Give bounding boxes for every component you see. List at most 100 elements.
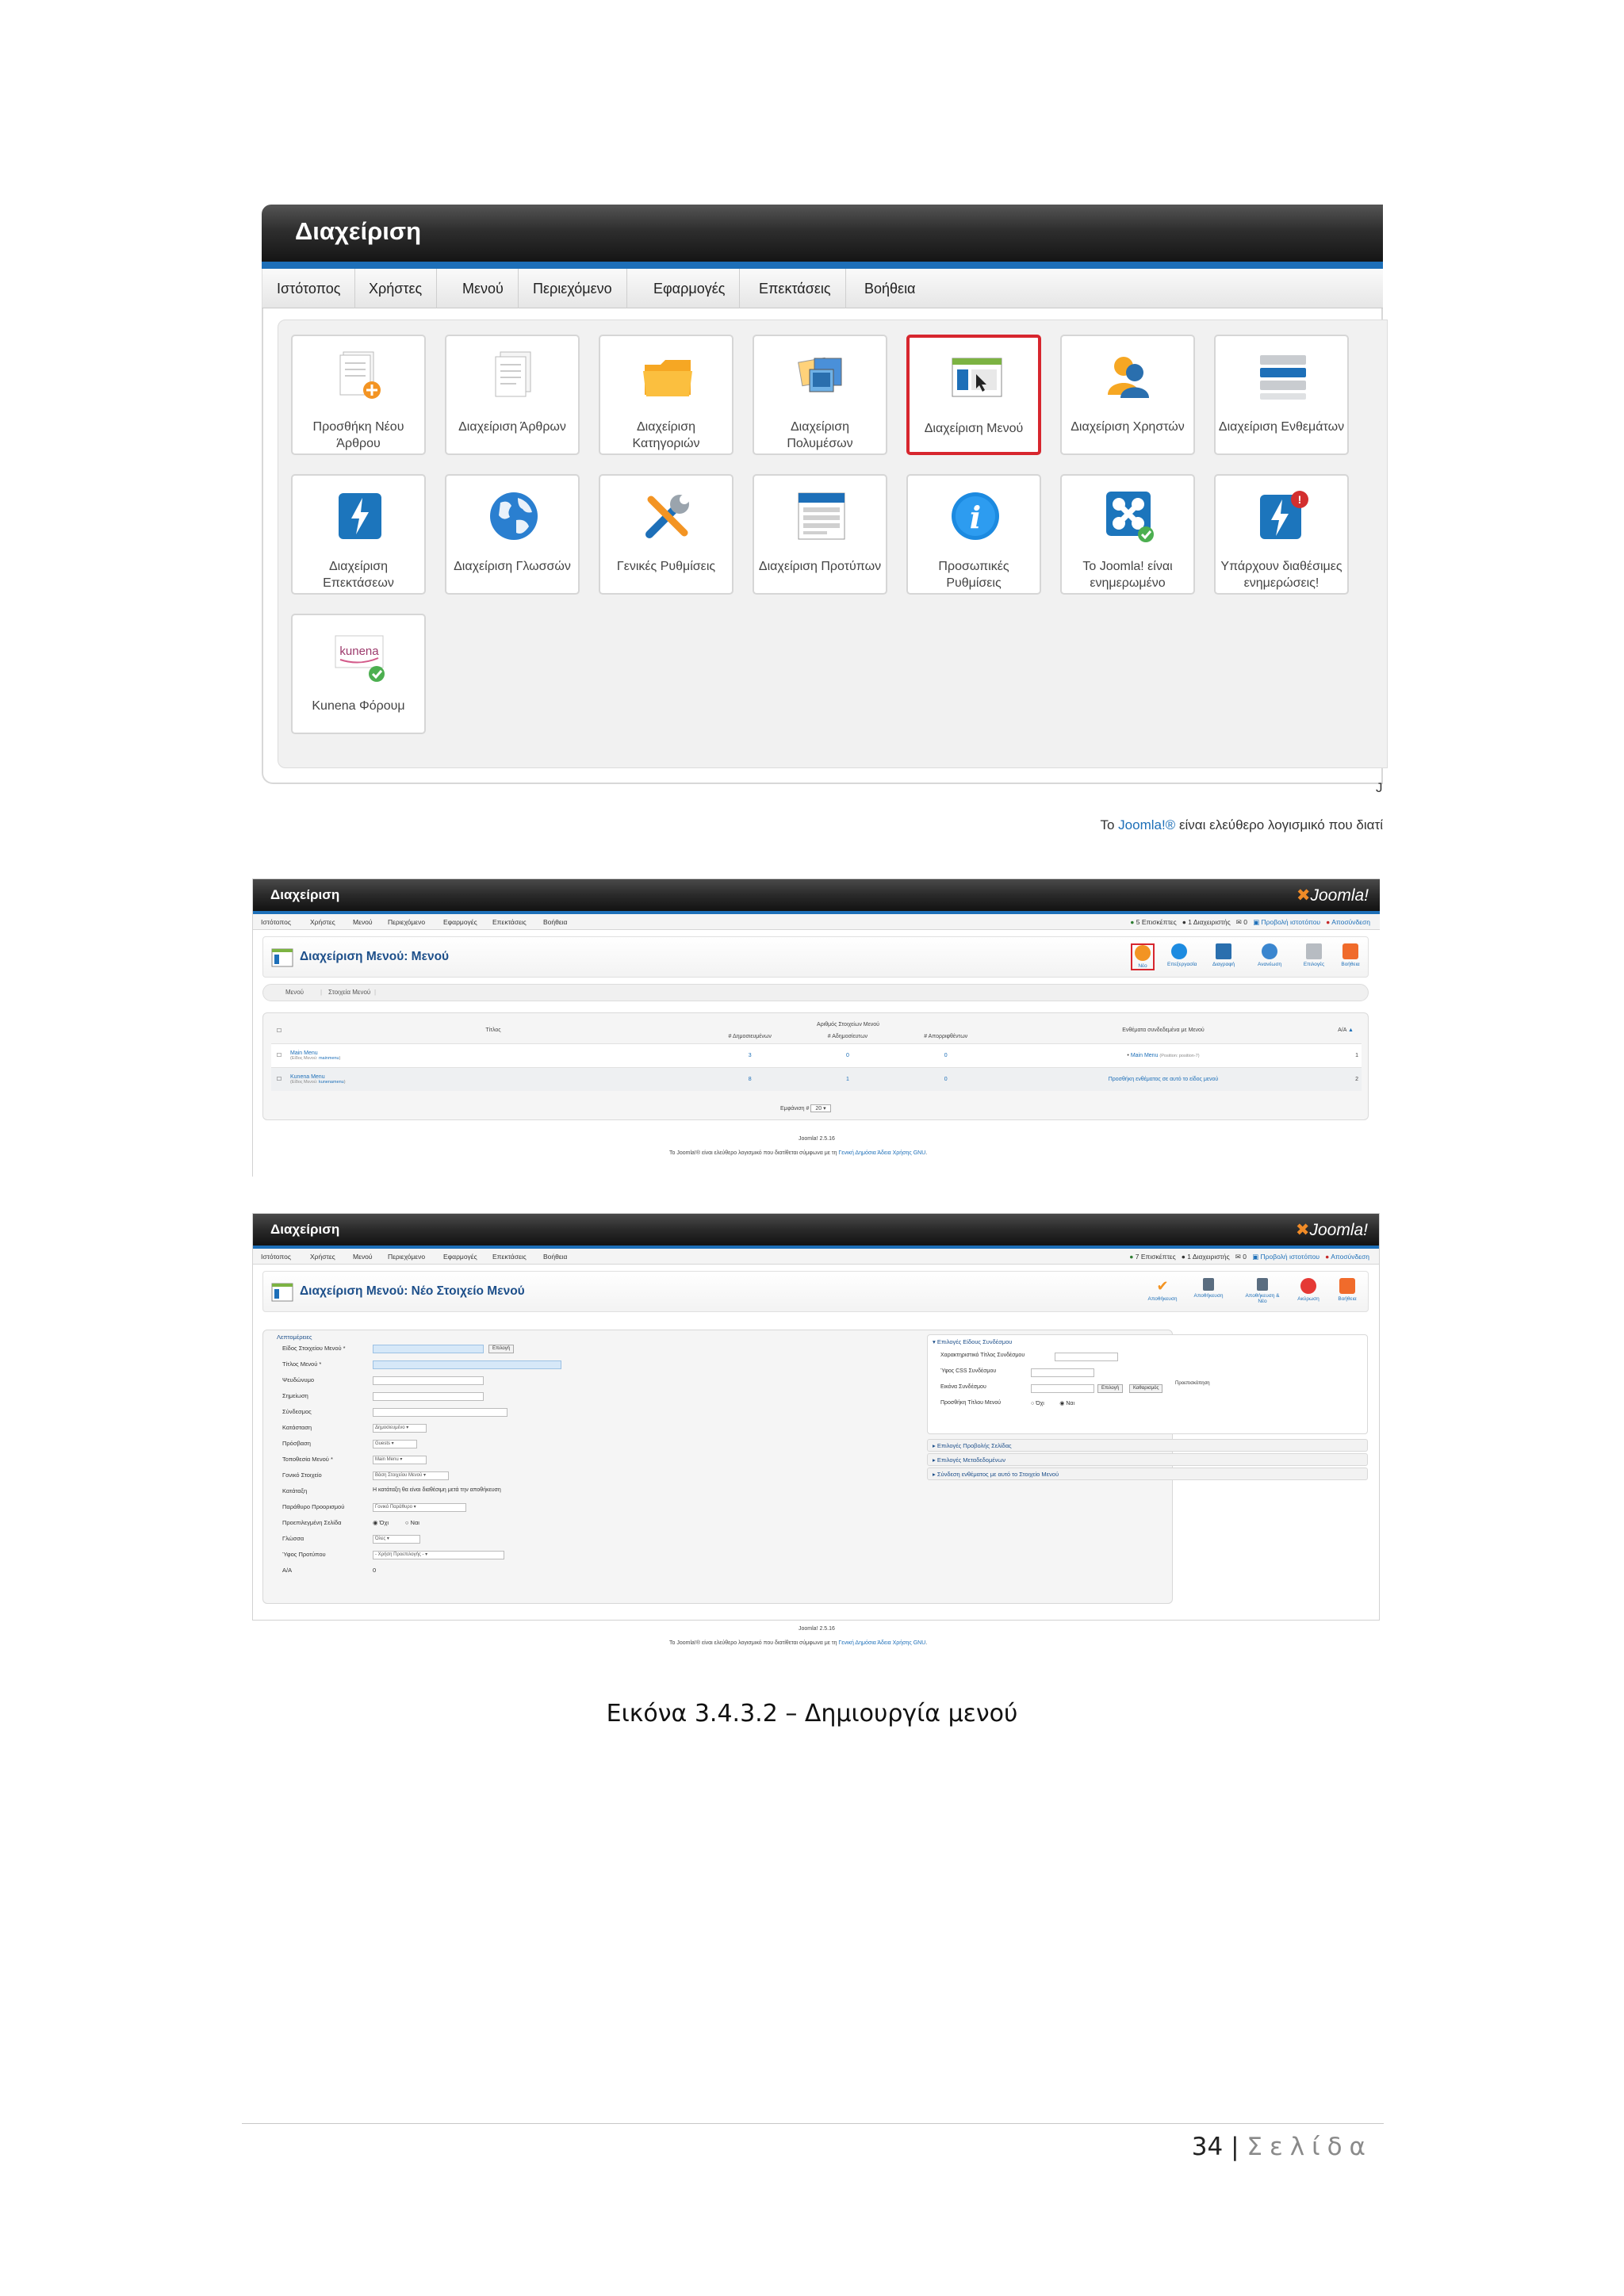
gnu-license-link[interactable]: Γενική Δημόσια Άδεια Χρήσης GNU bbox=[838, 1150, 925, 1156]
subnav-menus[interactable]: Μενού bbox=[285, 989, 304, 996]
menu-users[interactable]: Χρήστες bbox=[310, 1253, 335, 1261]
col-id[interactable]: Α/Α ▲ bbox=[1330, 1018, 1362, 1043]
menu-content[interactable]: Περιεχόμενο bbox=[388, 918, 425, 926]
link-input[interactable] bbox=[373, 1408, 508, 1417]
image-select-button[interactable]: Επιλογή bbox=[1097, 1384, 1124, 1393]
link-type-options-header[interactable]: ▾ Επιλογές Είδους Συνδέσμου bbox=[933, 1338, 1012, 1345]
edit-button[interactable]: Επεξεργασία bbox=[1167, 943, 1197, 967]
parent-item-select[interactable]: Βάση Στοιχείου Μενού ▾ bbox=[373, 1471, 449, 1480]
status-select[interactable]: Δημοσιευμένο ▾ bbox=[373, 1424, 427, 1433]
metadata-options-bar[interactable]: ▸ Επιλογές Μεταδεδομένων bbox=[927, 1453, 1368, 1466]
quickicon-languages[interactable]: Διαχείριση Γλωσσών bbox=[445, 474, 580, 595]
quickicon-profile[interactable]: i Προσωπικές Ρυθμίσεις bbox=[906, 474, 1041, 595]
menu-title-input[interactable] bbox=[373, 1360, 561, 1369]
access-select[interactable]: Guests ▾ bbox=[373, 1440, 417, 1448]
radio-no[interactable]: ○ bbox=[1031, 1401, 1034, 1406]
quickicon-global-config[interactable]: Γενικές Ρυθμίσεις bbox=[599, 474, 733, 595]
language-select[interactable]: Όλες ▾ bbox=[373, 1535, 420, 1544]
joomla-link[interactable]: Joomla!® bbox=[1118, 817, 1175, 832]
radio-no[interactable]: ◉ bbox=[373, 1519, 378, 1526]
link-title-input[interactable] bbox=[1055, 1353, 1118, 1361]
menu-menus[interactable]: Μενού bbox=[448, 269, 519, 308]
menu-components[interactable]: Εφαρμογές bbox=[639, 269, 741, 308]
quickicon-templates[interactable]: Διαχείριση Προτύπων bbox=[753, 474, 887, 595]
subnav-menu-items[interactable]: Στοιχεία Μενού bbox=[328, 989, 370, 996]
options-button[interactable]: Επιλογές bbox=[1302, 943, 1326, 967]
menu-components[interactable]: Εφαρμογές bbox=[443, 1253, 477, 1261]
menu-content[interactable]: Περιεχόμενο bbox=[519, 269, 627, 308]
menu-extensions[interactable]: Επεκτάσεις bbox=[745, 269, 846, 308]
published-count[interactable]: 8 bbox=[699, 1066, 801, 1091]
quickicon-add-article[interactable]: Προσθήκη Νέου Άρθρου bbox=[291, 335, 426, 455]
quickicon-articles[interactable]: Διαχείριση Άρθρων bbox=[445, 335, 580, 455]
menu-title-link[interactable]: Kunena Menu bbox=[290, 1074, 325, 1080]
module-assignment-bar[interactable]: ▸ Σύνδεση ενθέματος με αυτό το Στοιχείο … bbox=[927, 1468, 1368, 1480]
col-title[interactable]: Τίτλος bbox=[287, 1018, 699, 1043]
select-type-button[interactable]: Επιλογή bbox=[488, 1345, 515, 1353]
save-new-button[interactable]: Αποθήκευση & Νέο bbox=[1240, 1278, 1285, 1304]
cancel-button[interactable]: Ακύρωση bbox=[1294, 1278, 1323, 1302]
select-all-checkbox[interactable]: ☐ bbox=[271, 1018, 287, 1043]
save-close-button[interactable]: Αποθήκευση bbox=[1193, 1278, 1224, 1299]
view-site-link[interactable]: Προβολή ιστοτόπου bbox=[1261, 1253, 1320, 1261]
quickicon-kunena[interactable]: kunena Kunena Φόρουμ bbox=[291, 614, 426, 734]
view-site-link[interactable]: Προβολή ιστοτόπου bbox=[1262, 918, 1321, 926]
quickicon-modules[interactable]: Διαχείριση Ενθεμάτων bbox=[1214, 335, 1349, 455]
rebuild-button[interactable]: Ανανέωση bbox=[1258, 943, 1281, 967]
image-clear-button[interactable]: Καθαρισμός bbox=[1129, 1384, 1163, 1393]
page-display-options-bar[interactable]: ▸ Επιλογές Προβολής Σελίδας bbox=[927, 1439, 1368, 1452]
quickicon-extensions[interactable]: Διαχείριση Επεκτάσεων bbox=[291, 474, 426, 595]
menu-menus[interactable]: Μενού bbox=[353, 1253, 373, 1261]
menu-site[interactable]: Ιστότοπος bbox=[261, 1253, 291, 1261]
menu-help[interactable]: Βοήθεια bbox=[543, 1253, 567, 1261]
radio-yes[interactable]: ○ bbox=[405, 1519, 409, 1526]
menu-site[interactable]: Ιστότοπος bbox=[262, 269, 356, 308]
template-style-select[interactable]: - Χρήση Προεπιλογής - ▾ bbox=[373, 1551, 504, 1559]
target-window-select[interactable]: Γονικό Παράθυρο ▾ bbox=[373, 1503, 466, 1512]
default-page-radios[interactable]: ◉ Όχι ○ Ναι bbox=[373, 1519, 419, 1526]
menu-users[interactable]: Χρήστες bbox=[310, 918, 335, 926]
trashed-count[interactable]: 0 bbox=[894, 1043, 997, 1067]
module-link[interactable]: Main Menu bbox=[1131, 1053, 1159, 1058]
row-checkbox[interactable]: ☐ bbox=[271, 1043, 287, 1067]
pager-select[interactable]: 20 ▾ bbox=[810, 1104, 831, 1112]
menu-menus[interactable]: Μενού bbox=[353, 918, 373, 926]
menu-extensions[interactable]: Επεκτάσεις bbox=[492, 1253, 527, 1261]
row-checkbox[interactable]: ☐ bbox=[271, 1066, 287, 1091]
logout-link[interactable]: Αποσύνδεση bbox=[1331, 1253, 1369, 1261]
menu-help[interactable]: Βοήθεια bbox=[850, 269, 929, 308]
quickicon-categories[interactable]: Διαχείριση Κατηγοριών bbox=[599, 335, 733, 455]
new-button[interactable]: Νέο bbox=[1131, 943, 1155, 970]
help-button[interactable]: Βοήθεια bbox=[1334, 1278, 1361, 1302]
menu-users[interactable]: Χρήστες bbox=[354, 269, 438, 308]
trashed-count[interactable]: 0 bbox=[894, 1066, 997, 1091]
menu-location-select[interactable]: Main Menu ▾ bbox=[373, 1456, 427, 1464]
menu-site[interactable]: Ιστότοπος bbox=[261, 918, 291, 926]
published-count[interactable]: 3 bbox=[699, 1043, 801, 1067]
quickicon-users[interactable]: Διαχείριση Χρηστών bbox=[1060, 335, 1195, 455]
quickicon-menus[interactable]: Διαχείριση Μενού bbox=[906, 335, 1041, 455]
menu-item-type-input[interactable] bbox=[373, 1345, 484, 1353]
menu-extensions[interactable]: Επεκτάσεις bbox=[492, 918, 527, 926]
quickicon-media[interactable]: Διαχείριση Πολυμέσων bbox=[753, 335, 887, 455]
unpublished-count[interactable]: 0 bbox=[800, 1043, 895, 1067]
menu-content[interactable]: Περιεχόμενο bbox=[388, 1253, 425, 1261]
link-image-input[interactable] bbox=[1031, 1384, 1094, 1393]
menu-components[interactable]: Εφαρμογές bbox=[443, 918, 477, 926]
quickicon-updates-available[interactable]: ! Υπάρχουν διαθέσιμες ενημερώσεις! bbox=[1214, 474, 1349, 595]
help-button[interactable]: Βοήθεια bbox=[1339, 943, 1362, 967]
save-button[interactable]: ✔ Αποθήκευση bbox=[1147, 1278, 1178, 1302]
delete-button[interactable]: Διαγραφή bbox=[1212, 943, 1235, 967]
gnu-license-link[interactable]: Γενική Δημόσια Άδεια Χρήσης GNU bbox=[838, 1640, 925, 1646]
menu-title-link[interactable]: Main Menu bbox=[290, 1050, 318, 1056]
unpublished-count[interactable]: 1 bbox=[800, 1066, 895, 1091]
add-module-link[interactable]: Προσθήκη ενθέματος σε αυτό το είδος μενο… bbox=[997, 1066, 1330, 1091]
add-title-radios[interactable]: ○ Όχι ◉ Ναι bbox=[1031, 1400, 1074, 1406]
menu-help[interactable]: Βοήθεια bbox=[543, 918, 567, 926]
note-input[interactable] bbox=[373, 1392, 484, 1401]
logout-link[interactable]: Αποσύνδεση bbox=[1331, 918, 1370, 926]
radio-yes[interactable]: ◉ bbox=[1059, 1401, 1064, 1406]
alias-input[interactable] bbox=[373, 1376, 484, 1385]
link-css-input[interactable] bbox=[1031, 1368, 1094, 1377]
quickicon-joomla-updated[interactable]: To Joomla! είναι ενημερωμένο bbox=[1060, 474, 1195, 595]
